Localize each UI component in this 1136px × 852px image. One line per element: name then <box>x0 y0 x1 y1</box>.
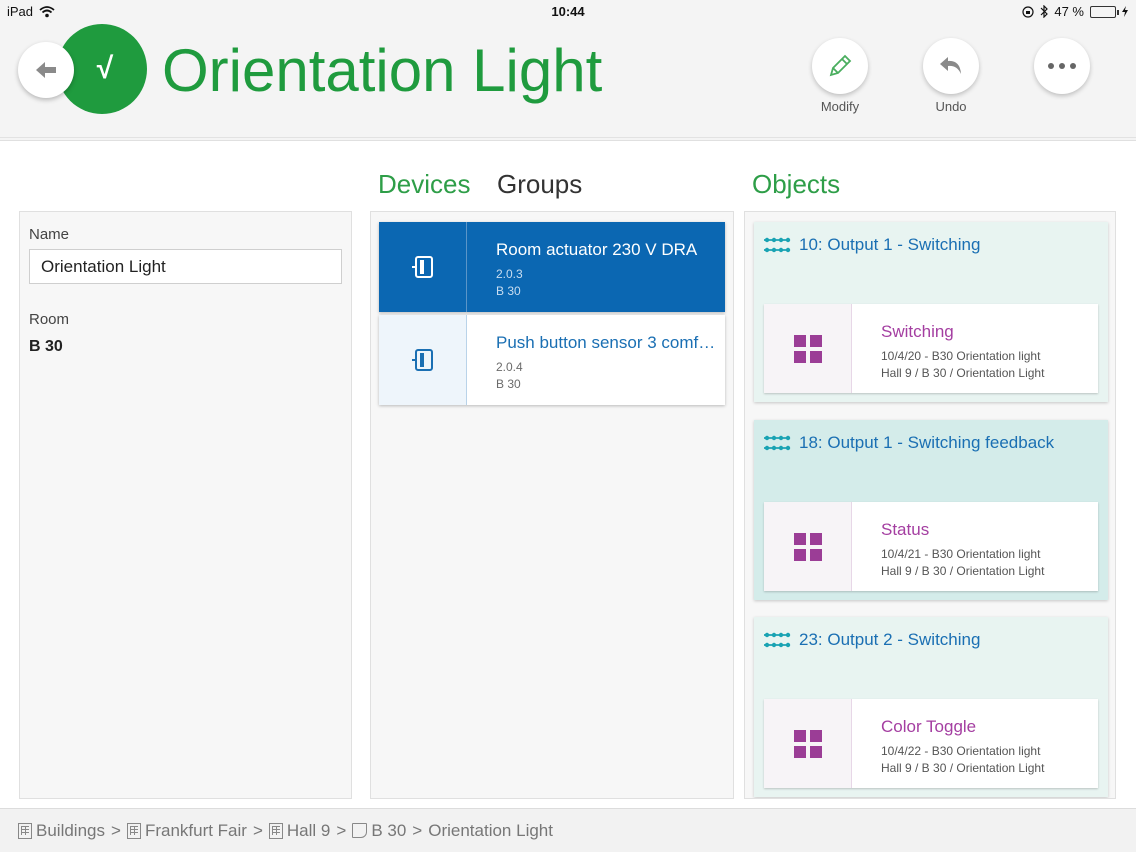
undo-action[interactable]: Undo <box>911 38 991 114</box>
group-address: 10/4/22 - B30 Orientation light <box>881 744 1041 758</box>
location-path: Hall 9 / B 30 / Orientation Light <box>881 564 1045 578</box>
device-item[interactable]: Room actuator 230 V DRA 2.0.3 B 30 <box>379 222 725 312</box>
breadcrumb-separator: > <box>336 820 347 840</box>
device-icon-cell <box>379 315 467 405</box>
room-icon <box>352 823 368 838</box>
details-panel: Name Room B 30 <box>19 211 352 799</box>
undo-icon <box>940 57 961 74</box>
modify-action[interactable]: Modify <box>800 38 880 114</box>
function-icon-cell <box>764 699 852 788</box>
device-address: 2.0.3 <box>496 267 523 281</box>
function-name: Color Toggle <box>881 717 977 736</box>
tab-groups[interactable]: Groups <box>497 169 582 200</box>
battery-percent: 47 % <box>1054 4 1084 19</box>
charging-icon <box>1122 6 1128 17</box>
orientation-lock-icon <box>1022 5 1034 18</box>
group-address-card[interactable]: Status 10/4/21 - B30 Orientation light H… <box>764 502 1098 591</box>
battery-icon <box>1090 5 1119 18</box>
more-dots-icon <box>1048 63 1076 69</box>
more-button[interactable] <box>1034 38 1090 94</box>
building-icon <box>18 822 32 839</box>
tab-devices[interactable]: Devices <box>378 169 470 200</box>
bus-link-icon <box>764 435 791 451</box>
status-bar: iPad 10:44 47 % <box>0 0 1136 24</box>
back-button[interactable] <box>18 42 74 98</box>
device-item[interactable]: Push button sensor 3 comfort 2.0.4 B 30 <box>379 315 725 405</box>
tiles-icon <box>793 729 822 758</box>
function-name: Status <box>881 520 930 539</box>
undo-button[interactable] <box>923 38 979 94</box>
object-item[interactable]: 18: Output 1 - Switching feedback Status… <box>754 420 1108 600</box>
device-address: 2.0.4 <box>496 360 523 374</box>
object-item[interactable]: 10: Output 1 - Switching Switching 10/4/… <box>754 222 1108 402</box>
object-title: 23: Output 2 - Switching <box>799 630 981 649</box>
breadcrumb: Buildings > Frankfurt Fair > Hall 9 > B … <box>0 808 1136 852</box>
group-address: 10/4/20 - B30 Orientation light <box>881 349 1041 363</box>
square-root-icon: √ <box>96 52 114 85</box>
devices-list: Room actuator 230 V DRA 2.0.3 B 30 Push … <box>370 211 734 799</box>
breadcrumb-label: Orientation Light <box>428 820 553 840</box>
device-module-icon <box>411 256 433 278</box>
device-room: B 30 <box>496 377 521 391</box>
breadcrumb-item-current: Orientation Light <box>428 821 553 841</box>
undo-label: Undo <box>935 99 967 114</box>
group-address-card[interactable]: Switching 10/4/20 - B30 Orientation ligh… <box>764 304 1098 393</box>
objects-heading: Objects <box>752 169 841 199</box>
breadcrumb-separator: > <box>252 820 263 840</box>
page-title: Orientation Light <box>162 37 603 104</box>
building-icon <box>126 822 141 839</box>
breadcrumb-label: Frankfurt Fair <box>144 820 247 840</box>
group-address: 10/4/21 - B30 Orientation light <box>881 547 1041 561</box>
objects-list: 10: Output 1 - Switching Switching 10/4/… <box>744 211 1116 799</box>
arrow-left-icon <box>36 62 56 78</box>
building-icon <box>268 822 283 839</box>
breadcrumb-separator: > <box>412 820 423 840</box>
clock: 10:44 <box>551 4 585 19</box>
breadcrumb-label: Buildings <box>36 820 105 840</box>
breadcrumb-label: Hall 9 <box>286 820 331 840</box>
device-room: B 30 <box>496 284 521 298</box>
pencil-icon <box>829 54 852 77</box>
breadcrumb-item-buildings[interactable]: Buildings <box>18 821 105 841</box>
app-header: √ Orientation Light Modify Undo <box>0 24 1136 138</box>
device-name: Push button sensor 3 comfort <box>496 333 716 352</box>
breadcrumb-item-hall[interactable]: Hall 9 <box>268 820 331 841</box>
room-value: B 30 <box>29 338 63 355</box>
device-icon-cell <box>379 222 467 312</box>
modify-button[interactable] <box>812 38 868 94</box>
breadcrumb-item-room[interactable]: B 30 <box>352 821 406 841</box>
object-item[interactable]: 23: Output 2 - Switching Color Toggle 10… <box>754 617 1108 797</box>
location-path: Hall 9 / B 30 / Orientation Light <box>881 366 1045 380</box>
more-action[interactable] <box>1022 38 1102 94</box>
room-label: Room <box>29 311 70 328</box>
breadcrumb-item-site[interactable]: Frankfurt Fair <box>126 820 247 841</box>
function-icon-cell <box>764 502 852 591</box>
object-title: 18: Output 1 - Switching feedback <box>799 433 1055 452</box>
breadcrumb-label: B 30 <box>371 820 407 840</box>
group-address-card[interactable]: Color Toggle 10/4/22 - B30 Orientation l… <box>764 699 1098 788</box>
main-content: Devices Groups Objects Name Room B 30 Ro… <box>0 140 1136 808</box>
tiles-icon <box>793 334 822 363</box>
object-title: 10: Output 1 - Switching <box>799 235 981 254</box>
location-path: Hall 9 / B 30 / Orientation Light <box>881 761 1045 775</box>
function-name: Switching <box>881 322 954 341</box>
modify-label: Modify <box>820 99 860 114</box>
bluetooth-icon <box>1040 5 1049 18</box>
device-module-icon <box>411 349 433 371</box>
bus-link-icon <box>764 237 791 253</box>
name-label: Name <box>29 226 70 243</box>
device-name: Room actuator 230 V DRA <box>496 240 698 259</box>
tiles-icon <box>793 532 822 561</box>
name-input[interactable] <box>29 249 342 284</box>
bus-link-icon <box>764 632 791 648</box>
function-icon-cell <box>764 304 852 393</box>
breadcrumb-separator: > <box>111 820 121 840</box>
